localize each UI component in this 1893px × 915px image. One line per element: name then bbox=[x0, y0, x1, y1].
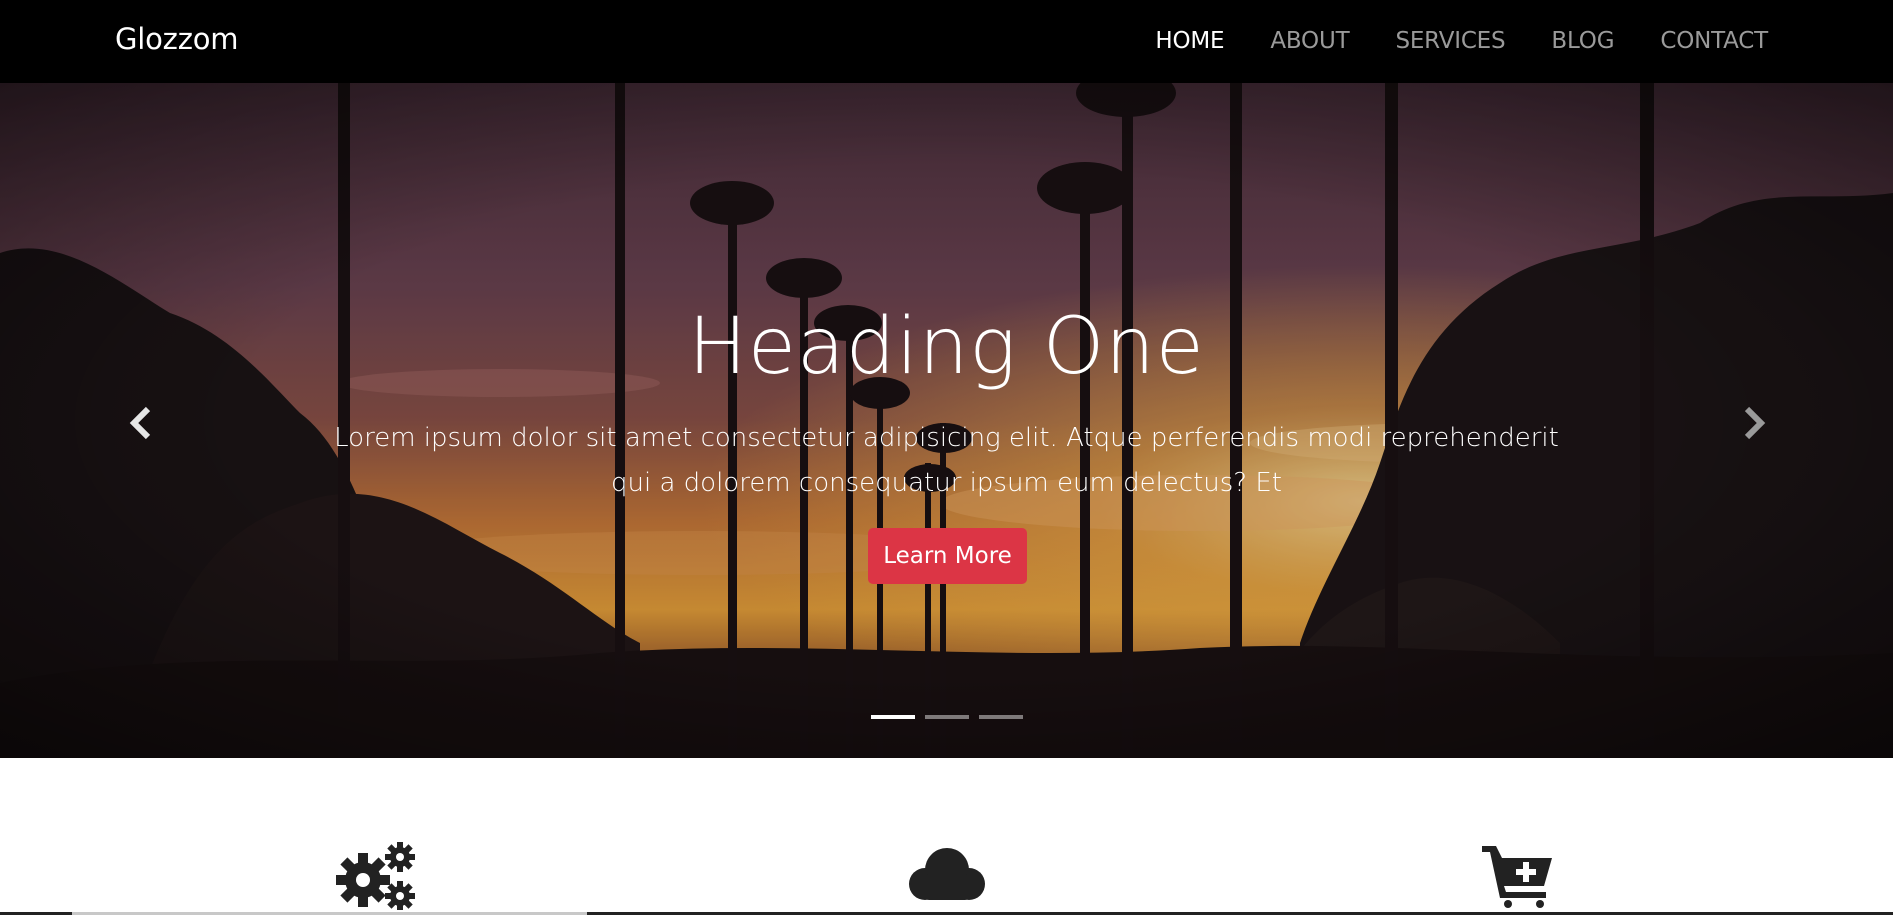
carousel-indicator-1[interactable] bbox=[871, 715, 915, 719]
cart-plus-icon bbox=[1482, 846, 1552, 908]
chevron-left-icon bbox=[129, 406, 151, 440]
carousel-indicators bbox=[871, 715, 1023, 719]
features-section bbox=[0, 758, 1893, 915]
nav-link-services[interactable]: SERVICES bbox=[1395, 28, 1505, 54]
hero-text: Lorem ipsum dolor sit amet consectetur a… bbox=[334, 423, 1559, 498]
chevron-right-icon bbox=[1744, 406, 1766, 440]
hero-heading: Heading One bbox=[688, 302, 1205, 392]
hero-carousel: Heading One Lorem ipsum dolor sit amet c… bbox=[0, 83, 1893, 758]
nav-links: HOME ABOUT SERVICES BLOG CONTACT bbox=[1155, 28, 1768, 54]
nav-link-home[interactable]: HOME bbox=[1155, 28, 1224, 54]
nav-link-contact[interactable]: CONTACT bbox=[1660, 28, 1768, 54]
nav-link-about[interactable]: ABOUT bbox=[1270, 28, 1349, 54]
navbar: Glozzom HOME ABOUT SERVICES BLOG CONTACT bbox=[0, 0, 1893, 83]
carousel-indicator-3[interactable] bbox=[979, 715, 1023, 719]
learn-more-button[interactable]: Learn More bbox=[868, 528, 1027, 584]
cloud-icon bbox=[909, 848, 985, 900]
gears-icon bbox=[336, 842, 415, 910]
carousel-indicator-2[interactable] bbox=[925, 715, 969, 719]
nav-link-blog[interactable]: BLOG bbox=[1551, 28, 1614, 54]
carousel-prev-button[interactable] bbox=[122, 403, 162, 443]
carousel-next-button[interactable] bbox=[1733, 403, 1773, 443]
carousel-caption: Heading One Lorem ipsum dolor sit amet c… bbox=[0, 83, 1893, 758]
brand-logo[interactable]: Glozzom bbox=[115, 22, 239, 56]
